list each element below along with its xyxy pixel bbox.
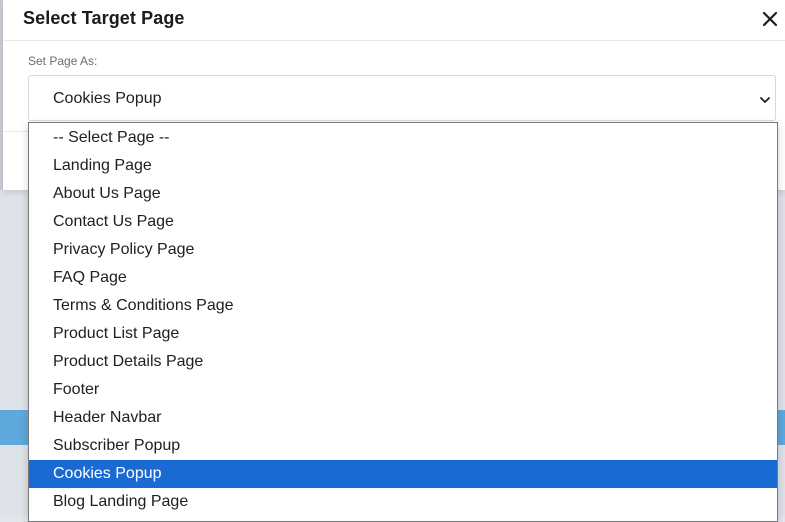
page-select[interactable]: Cookies Popup xyxy=(28,75,776,121)
option-contact-us-page[interactable]: Contact Us Page xyxy=(29,208,777,236)
modal-title: Select Target Page xyxy=(23,8,185,28)
option-product-details-page[interactable]: Product Details Page xyxy=(29,348,777,376)
option-privacy-policy-page[interactable]: Privacy Policy Page xyxy=(29,236,777,264)
page-select-dropdown: -- Select Page -- Landing Page About Us … xyxy=(28,122,778,522)
option-select-page[interactable]: -- Select Page -- xyxy=(29,124,777,152)
option-landing-page[interactable]: Landing Page xyxy=(29,152,777,180)
page-select-value: Cookies Popup xyxy=(53,90,162,107)
set-page-as-label: Set Page As: xyxy=(28,54,98,68)
close-icon[interactable] xyxy=(759,8,781,30)
option-header-navbar[interactable]: Header Navbar xyxy=(29,404,777,432)
option-product-list-page[interactable]: Product List Page xyxy=(29,320,777,348)
option-blog-landing-page[interactable]: Blog Landing Page xyxy=(29,488,777,516)
option-terms-conditions-page[interactable]: Terms & Conditions Page xyxy=(29,292,777,320)
modal-header: Select Target Page xyxy=(3,0,785,41)
chevron-down-icon xyxy=(759,93,771,105)
option-about-us-page[interactable]: About Us Page xyxy=(29,180,777,208)
option-subscriber-popup[interactable]: Subscriber Popup xyxy=(29,432,777,460)
option-cookies-popup[interactable]: Cookies Popup xyxy=(29,460,777,488)
option-footer[interactable]: Footer xyxy=(29,376,777,404)
option-faq-page[interactable]: FAQ Page xyxy=(29,264,777,292)
